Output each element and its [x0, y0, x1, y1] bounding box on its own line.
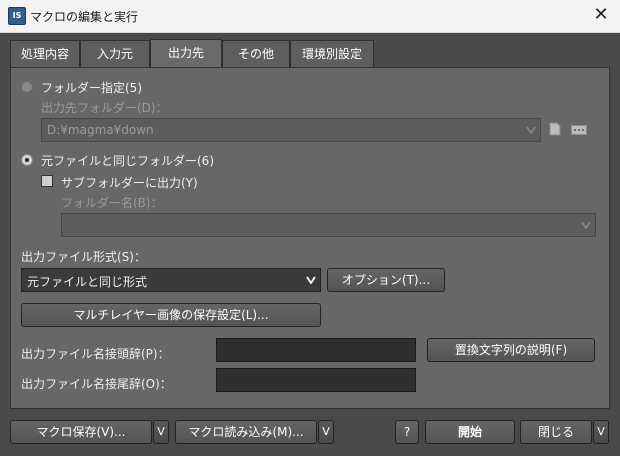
format-combo[interactable]: 元ファイルと同じ形式	[21, 268, 321, 292]
prefix-input[interactable]	[216, 338, 416, 362]
replace-help-button[interactable]: 置換文字列の説明(F)	[427, 338, 595, 362]
multilayer-save-button[interactable]: マルチレイヤー画像の保存設定(L)...	[21, 303, 321, 327]
dest-folder-label: 出力先フォルダー(D)：	[41, 101, 168, 115]
subfolder-checkbox[interactable]	[41, 175, 53, 187]
folder-name-label: フォルダー名(B)：	[61, 196, 163, 210]
app-icon: IS	[8, 7, 26, 25]
format-value: 元ファイルと同じ形式	[27, 275, 148, 289]
tab-environment[interactable]: 環境別設定	[290, 40, 374, 67]
chevron-down-icon	[577, 214, 595, 236]
output-settings-panel: フォルダー指定(5) 出力先フォルダー(D)： D:¥magma¥down 元フ…	[10, 67, 610, 409]
subfolder-label: サブフォルダーに出力(Y)	[61, 176, 198, 190]
help-button[interactable]: ?	[395, 420, 419, 444]
title-bar: IS マクロの編集と実行 ✕	[0, 0, 620, 33]
folder-name-combo[interactable]	[61, 213, 596, 237]
load-macro-dropdown[interactable]: V	[318, 420, 334, 444]
same-folder-radio[interactable]	[21, 154, 33, 166]
tab-output[interactable]: 出力先	[150, 39, 222, 68]
ellipsis-icon[interactable]	[571, 124, 587, 138]
save-macro-button[interactable]: マクロ保存(V)...	[10, 420, 152, 444]
tab-input[interactable]: 入力元	[80, 40, 150, 67]
format-label: 出力ファイル形式(S)：	[21, 250, 146, 264]
tab-processing[interactable]: 処理内容	[10, 40, 80, 67]
folder-specify-radio[interactable]	[21, 81, 33, 93]
start-button[interactable]: 開始	[425, 420, 515, 444]
chevron-down-icon	[302, 269, 320, 291]
prefix-label: 出力ファイル名接頭辞(P)：	[21, 347, 170, 361]
close-dropdown[interactable]: V	[593, 420, 609, 444]
chevron-down-icon	[522, 119, 540, 141]
window-title: マクロの編集と実行	[30, 10, 139, 24]
close-button[interactable]: 閉じる	[520, 420, 592, 444]
suffix-input[interactable]	[216, 368, 416, 392]
folder-specify-label: フォルダー指定(5)	[41, 81, 142, 95]
suffix-label: 出力ファイル名接尾辞(O)：	[21, 377, 172, 391]
same-folder-label: 元ファイルと同じフォルダー(6)	[41, 154, 214, 168]
close-window-button[interactable]: ✕	[590, 4, 612, 26]
option-button[interactable]: オプション(T)...	[327, 268, 445, 292]
dest-folder-combo[interactable]: D:¥magma¥down	[41, 118, 541, 142]
load-macro-button[interactable]: マクロ読み込み(M)...	[175, 420, 317, 444]
tab-other[interactable]: その他	[222, 40, 290, 67]
folder-icon[interactable]	[549, 122, 561, 139]
dest-folder-value: D:¥magma¥down	[47, 123, 154, 137]
save-macro-dropdown[interactable]: V	[153, 420, 169, 444]
